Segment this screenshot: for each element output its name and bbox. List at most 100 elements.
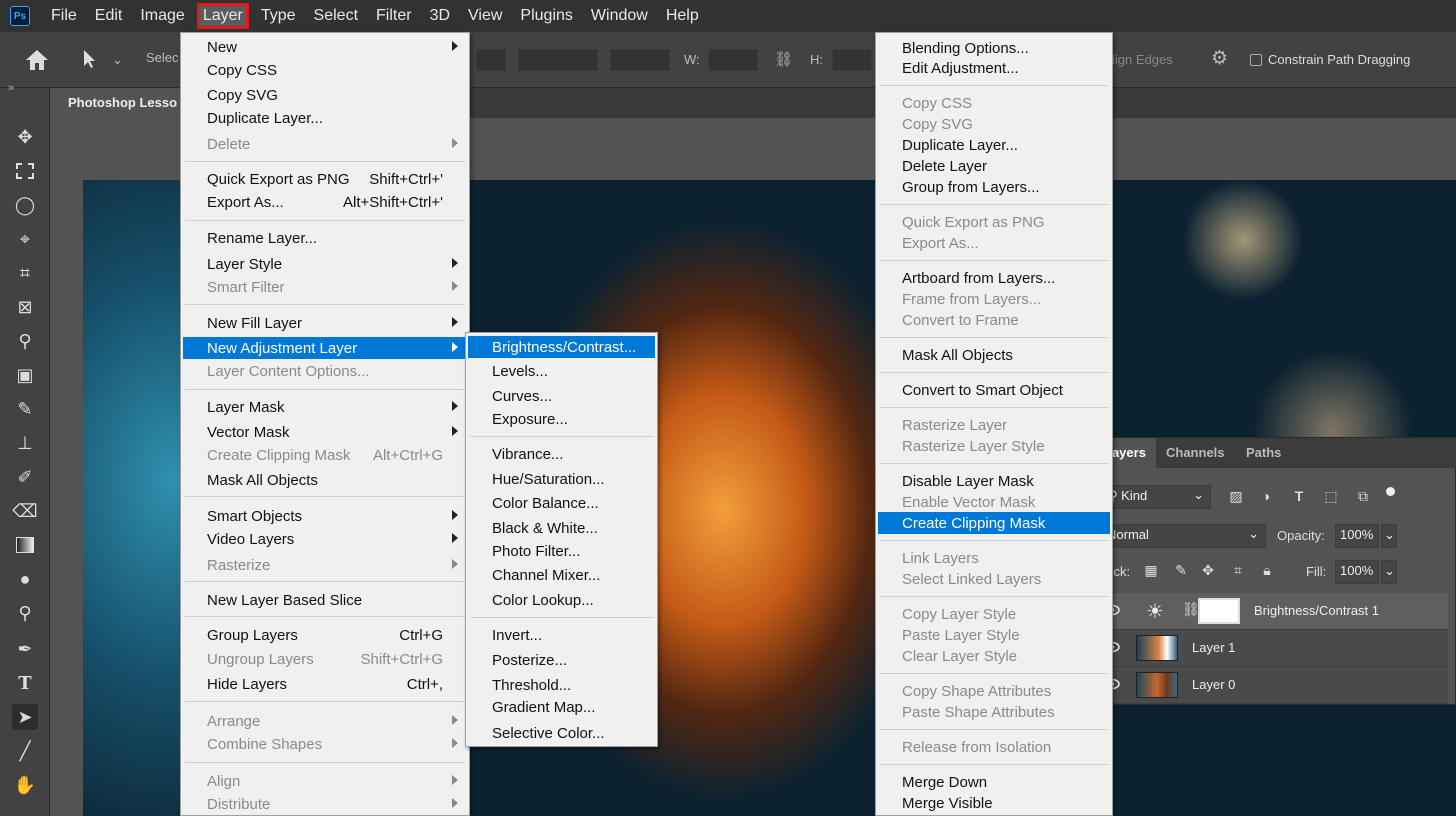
adjustment-filter-icon[interactable]: ◑ [1257, 488, 1275, 506]
path-selection-icon[interactable] [82, 49, 98, 69]
menu-item-curves[interactable]: Curves... [468, 385, 655, 407]
menu-image[interactable]: Image [131, 0, 193, 32]
menu-item-black-white[interactable]: Black & White... [468, 517, 655, 539]
menu-item-release-from-isolation[interactable]: Release from Isolation [878, 736, 1110, 758]
fill-field[interactable]: 100% [1335, 560, 1379, 584]
healing-tool-icon[interactable]: ▣ [12, 362, 38, 388]
dodge-tool-icon[interactable]: ⚲ [12, 600, 38, 626]
menu-item-copy-shape-attributes[interactable]: Copy Shape Attributes [878, 680, 1110, 702]
menu-edit[interactable]: Edit [86, 0, 132, 32]
menu-item-new-layer-based-slice[interactable]: New Layer Based Slice [183, 589, 467, 611]
menu-item-copy-css[interactable]: Copy CSS [183, 59, 467, 81]
chevron-down-icon[interactable]: ⌄ [1381, 560, 1397, 584]
menu-item-enable-vector-mask[interactable]: Enable Vector Mask [878, 491, 1110, 513]
menu-item-rasterize[interactable]: Rasterize [183, 554, 467, 576]
stroke-type-dropdown[interactable] [610, 49, 670, 71]
menu-item-edit-adjustment[interactable]: Edit Adjustment... [878, 57, 1110, 79]
menu-item-new[interactable]: New [183, 36, 467, 58]
menu-item-create-clipping-mask[interactable]: Create Clipping Mask Alt+Ctrl+G [183, 444, 467, 466]
menu-item-disable-layer-mask[interactable]: Disable Layer Mask [878, 470, 1110, 492]
menu-item-frame-from-layers[interactable]: Frame from Layers... [878, 288, 1110, 310]
menu-item-copy-svg[interactable]: Copy SVG [878, 113, 1110, 135]
menu-item-vector-mask[interactable]: Vector Mask [183, 421, 467, 443]
menu-item-blending-options[interactable]: Blending Options... [878, 37, 1110, 59]
menu-item-smart-objects[interactable]: Smart Objects [183, 505, 467, 527]
hand-tool-icon[interactable]: ✋ [12, 772, 38, 798]
menu-item-levels[interactable]: Levels... [468, 360, 655, 382]
menu-item-select-linked-layers[interactable]: Select Linked Layers [878, 568, 1110, 590]
move-tool-icon[interactable]: ✥ [12, 124, 38, 150]
stroke-width-field[interactable] [518, 49, 598, 71]
menu-item-rasterize-layer-style[interactable]: Rasterize Layer Style [878, 435, 1110, 457]
menu-item-new-fill-layer[interactable]: New Fill Layer [183, 312, 467, 334]
history-brush-icon[interactable]: ✐ [12, 464, 38, 490]
menu-plugins[interactable]: Plugins [511, 0, 581, 32]
pixel-filter-icon[interactable]: ▨ [1227, 488, 1245, 506]
menu-item-color-balance[interactable]: Color Balance... [468, 492, 655, 514]
menu-item-mask-all-objects[interactable]: Mask All Objects [183, 469, 467, 491]
menu-item-delete-layer[interactable]: Delete Layer [878, 155, 1110, 177]
menu-item-selective-color[interactable]: Selective Color... [468, 722, 655, 744]
menu-type[interactable]: Type [252, 0, 305, 32]
layer-name[interactable]: Brightness/Contrast 1 [1254, 603, 1379, 618]
menu-item-exposure[interactable]: Exposure... [468, 408, 655, 430]
menu-item-align[interactable]: Align [183, 770, 467, 792]
lock-pixels-icon[interactable]: ✎ [1172, 562, 1190, 580]
smart-object-filter-icon[interactable]: ⧉ [1354, 488, 1372, 506]
lock-artboard-icon[interactable]: ⌗ [1229, 562, 1247, 580]
menu-item-convert-to-frame[interactable]: Convert to Frame [878, 309, 1110, 331]
menu-help[interactable]: Help [657, 0, 708, 32]
menu-item-ungroup-layers[interactable]: Ungroup Layers Shift+Ctrl+G [183, 648, 467, 670]
menu-item-video-layers[interactable]: Video Layers [183, 528, 467, 550]
layer-mask-thumbnail[interactable] [1198, 598, 1240, 624]
height-field[interactable] [832, 49, 872, 71]
select-dropdown-label[interactable]: Selec [146, 50, 179, 65]
menu-item-color-lookup[interactable]: Color Lookup... [468, 589, 655, 611]
lock-position-icon[interactable]: ✥ [1199, 562, 1217, 580]
menu-item-photo-filter[interactable]: Photo Filter... [468, 540, 655, 562]
menu-item-rename-layer[interactable]: Rename Layer... [183, 227, 467, 249]
menu-item-quick-export-as-png[interactable]: Quick Export as PNG [878, 211, 1110, 233]
menu-item-export-as[interactable]: Export As... [878, 232, 1110, 254]
frame-tool-icon[interactable]: ⊠ [12, 294, 38, 320]
blend-mode-dropdown[interactable]: Normal ⌄ [1098, 524, 1266, 548]
filter-kind-dropdown[interactable]: ⚲ Kind ⌄ [1099, 485, 1211, 509]
path-selection-tool-icon[interactable]: ➤ [12, 704, 38, 730]
layer-row-brightness-contrast[interactable]: ☀ ⛓ Brightness/Contrast 1 [1094, 593, 1448, 630]
menu-item-invert[interactable]: Invert... [468, 624, 655, 646]
document-tab[interactable]: Photoshop Lesso [56, 88, 196, 118]
menu-item-duplicate-layer[interactable]: Duplicate Layer... [183, 107, 467, 129]
menu-window[interactable]: Window [582, 0, 657, 32]
type-filter-icon[interactable]: T [1290, 488, 1308, 506]
menu-item-hide-layers[interactable]: Hide Layers Ctrl+, [183, 673, 467, 695]
menu-item-artboard-from-layers[interactable]: Artboard from Layers... [878, 267, 1110, 289]
menu-item-create-clipping-mask[interactable]: Create Clipping Mask [878, 512, 1110, 534]
menu-item-brightness-contrast[interactable]: Brightness/Contrast... [468, 336, 655, 358]
lock-transparency-icon[interactable]: ▦ [1142, 562, 1160, 580]
stroke-swatch[interactable] [476, 49, 506, 71]
menu-item-copy-css[interactable]: Copy CSS [878, 92, 1110, 114]
menu-item-posterize[interactable]: Posterize... [468, 649, 655, 671]
menu-item-smart-filter[interactable]: Smart Filter [183, 276, 467, 298]
menu-file[interactable]: File [42, 0, 86, 32]
menu-item-copy-svg[interactable]: Copy SVG [183, 84, 467, 106]
menu-item-clear-layer-style[interactable]: Clear Layer Style [878, 645, 1110, 667]
chevron-down-icon[interactable]: ⌄ [1381, 524, 1397, 548]
menu-item-convert-to-smart-object[interactable]: Convert to Smart Object [878, 379, 1110, 401]
marquee-tool-icon[interactable] [12, 158, 38, 184]
layer-name[interactable]: Layer 0 [1192, 677, 1235, 692]
opacity-field[interactable]: 100% [1335, 524, 1379, 548]
pen-tool-icon[interactable]: ✒ [12, 636, 38, 662]
menu-item-duplicate-layer[interactable]: Duplicate Layer... [878, 134, 1110, 156]
menu-item-new-adjustment-layer[interactable]: New Adjustment Layer [183, 337, 467, 359]
stamp-tool-icon[interactable]: ⊥ [12, 430, 38, 456]
menu-item-distribute[interactable]: Distribute [183, 793, 467, 815]
menu-item-link-layers[interactable]: Link Layers [878, 547, 1110, 569]
gear-icon[interactable]: ⚙ [1211, 47, 1228, 70]
menu-item-combine-shapes[interactable]: Combine Shapes [183, 733, 467, 755]
menu-item-layer-style[interactable]: Layer Style [183, 253, 467, 275]
menu-item-vibrance[interactable]: Vibrance... [468, 443, 655, 465]
lock-all-icon[interactable]: 🔒︎ [1258, 562, 1276, 580]
layer-row-layer-1[interactable]: Layer 1 [1094, 630, 1448, 667]
chevron-down-icon[interactable]: ⌄ [112, 52, 123, 68]
